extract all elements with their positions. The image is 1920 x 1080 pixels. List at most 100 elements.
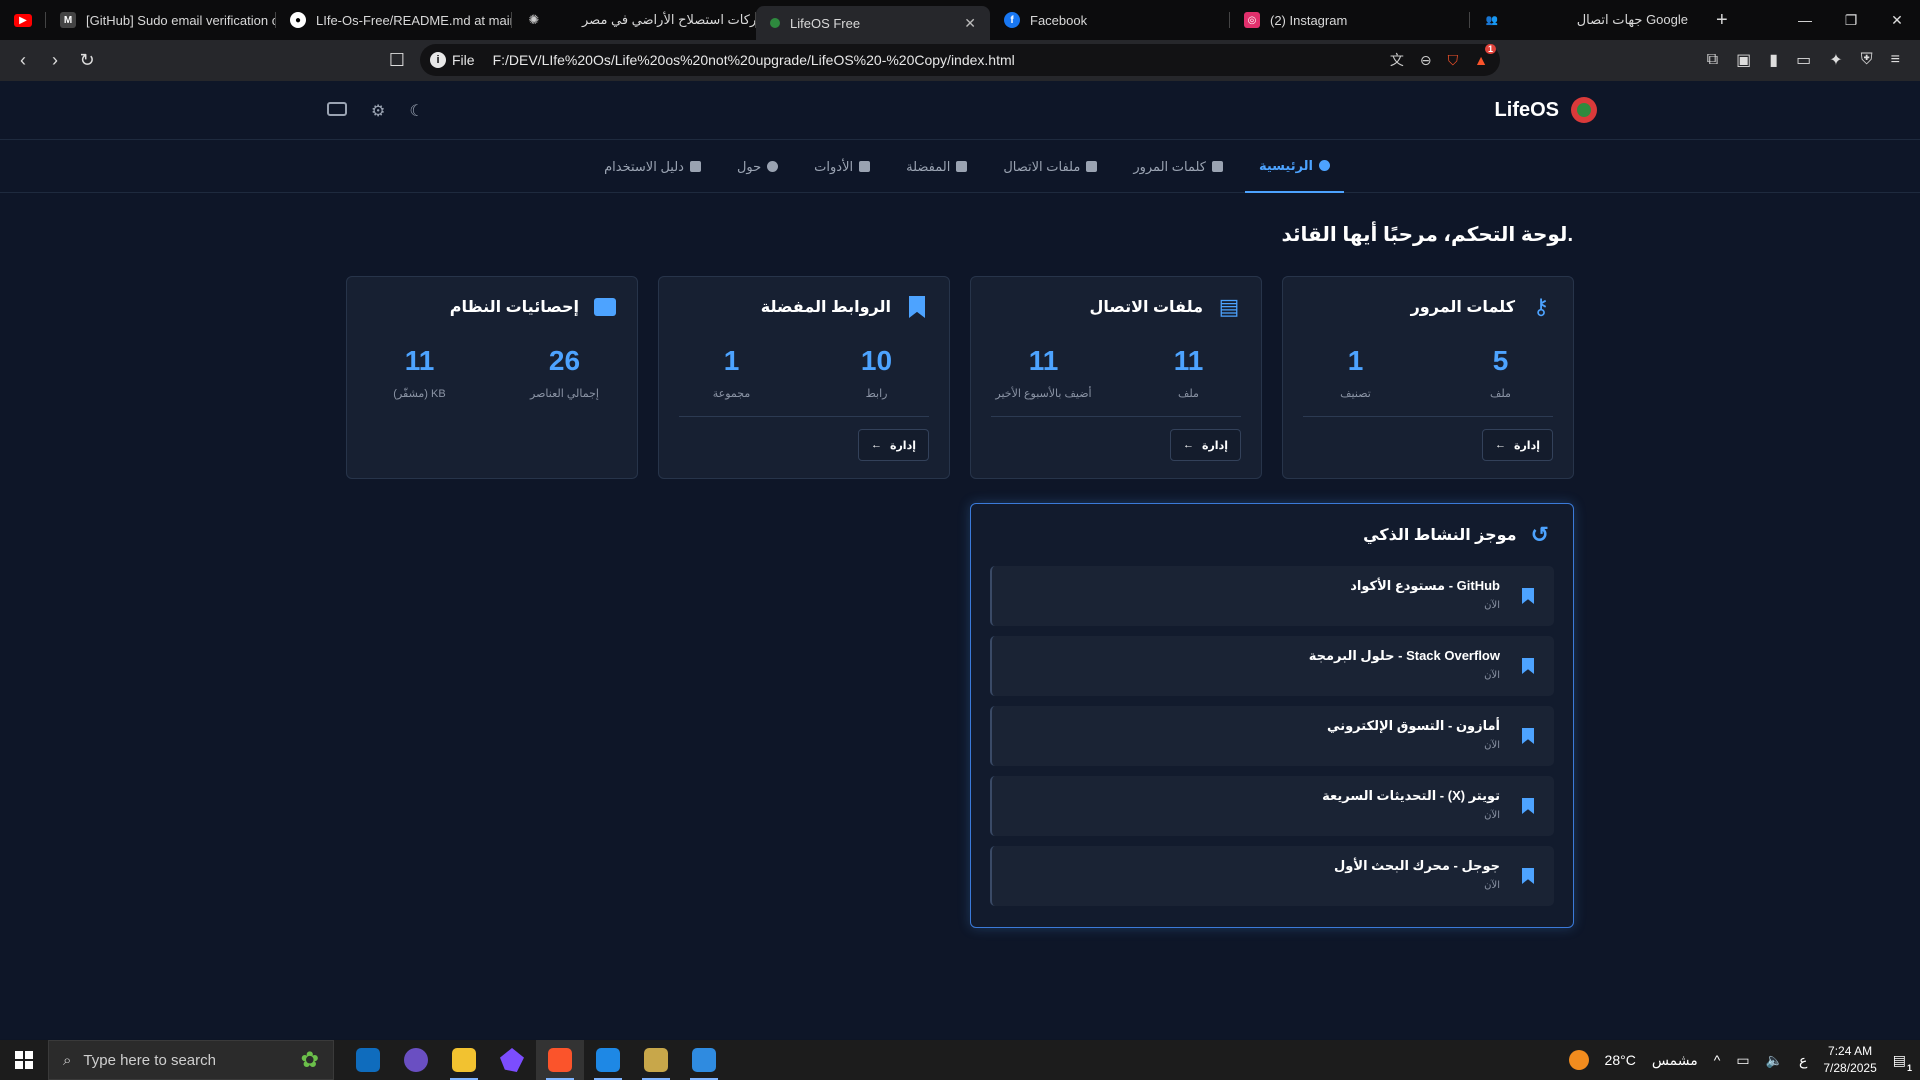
plant-icon: ✿ (300, 1047, 319, 1072)
rewards-badge: 1 (1484, 44, 1496, 54)
nav-label: الرئيسية (1258, 157, 1313, 173)
tab-github[interactable]: ● LIfe-Os-Free/README.md at main · (276, 0, 512, 40)
manage-favorites-button[interactable]: إدارة ← (857, 429, 929, 461)
tab-google-contacts[interactable]: 👥 جهات اتصال Google (1470, 0, 1702, 40)
url-text[interactable]: F:/DEV/LIfe%20Os/Life%20os%20not%20upgra… (493, 52, 1015, 68)
photos-app[interactable] (680, 1040, 728, 1080)
browser-tab-strip: ▶ M [GitHub] Sudo email verification cod… (0, 0, 1920, 40)
nav-guide[interactable]: دليل الاستخدام (590, 140, 715, 193)
minimize-icon[interactable]: — (1782, 0, 1828, 40)
tab-youtube[interactable]: ▶ (0, 0, 46, 40)
tab-title: LIfe-Os-Free/README.md at main · (316, 12, 512, 28)
chevron-up-icon[interactable]: ^ (1714, 1052, 1721, 1068)
sidebar-icon[interactable]: ▮ (1769, 50, 1778, 70)
taskbar-search[interactable]: ⌕ Type here to search ✿ (48, 1040, 334, 1080)
tab-lifeos[interactable]: LifeOS Free ✕ (756, 6, 990, 40)
manage-passwords-button[interactable]: إدارة ← (1481, 429, 1553, 461)
activity-item-time: الآن (1484, 740, 1500, 751)
url-bar[interactable]: i File F:/DEV/LIfe%20Os/Life%20os%20not%… (420, 44, 1500, 76)
arrow-left-icon: ← (1494, 439, 1506, 451)
file-explorer-app[interactable] (440, 1040, 488, 1080)
new-tab-button[interactable]: + (1702, 0, 1742, 40)
gear-icon[interactable]: ⚙ (371, 101, 385, 121)
brave-rewards-icon[interactable]: ▲ 1 (1474, 44, 1496, 68)
nav-label: كلمات المرور (1133, 158, 1206, 174)
league-app[interactable] (632, 1040, 680, 1080)
clock-date: 7/28/2025 (1823, 1061, 1877, 1075)
app-purple[interactable] (392, 1040, 440, 1080)
outlook-icon (356, 1048, 380, 1072)
nav-contacts[interactable]: ملفات الاتصال (989, 140, 1111, 193)
tab-instagram[interactable]: ◎ (2) Instagram (1230, 0, 1470, 40)
activity-list: GitHub - مستودع الأكواد الآن Stack Overfl… (990, 566, 1554, 916)
brave-shields-icon[interactable]: ⛉ (1448, 52, 1459, 69)
activity-item[interactable]: GitHub - مستودع الأكواد الآن (990, 566, 1554, 626)
nav-tools[interactable]: الأدوات (800, 140, 884, 193)
stat-value: 10 (860, 345, 893, 376)
button-label: إدارة (889, 439, 916, 452)
keyboard-icon[interactable] (327, 102, 347, 116)
nav-about[interactable]: حول (723, 140, 792, 193)
extensions-icon[interactable]: ⧉ (1707, 51, 1718, 69)
system-tray: 28°C مشمس ^ ▭ 🔈 ع 7:24 AM 7/28/2025 ▤ 1 (1568, 1040, 1920, 1080)
card-divider (1303, 416, 1553, 417)
screenshot-icon[interactable]: ▣ (1736, 50, 1751, 70)
input-language[interactable]: ع (1799, 1052, 1807, 1069)
tab-chatgpt[interactable]: ✺ شركات استصلاح الأراضي في مصر (512, 0, 756, 40)
info-icon[interactable]: i (430, 52, 446, 68)
obsidian-app[interactable] (488, 1040, 536, 1080)
brand[interactable]: LifeOS (1495, 97, 1597, 123)
tab-facebook[interactable]: f Facebook (990, 0, 1230, 40)
activity-item-title: جوجل - محرك البحث الأول (1334, 858, 1500, 873)
instagram-icon: ◎ (1244, 12, 1260, 28)
url-scheme: File (452, 52, 475, 68)
network-icon[interactable]: ▭ (1736, 1052, 1749, 1069)
activity-title: موجز النشاط الذكي (1363, 527, 1517, 544)
zoom-icon[interactable]: ⊖ (1420, 52, 1432, 69)
bookmark-page-icon[interactable]: ☐ (382, 45, 412, 75)
card-divider (991, 416, 1241, 417)
vpn-icon[interactable]: ⛨ (1861, 51, 1873, 69)
volume-icon[interactable]: 🔈 (1766, 1052, 1783, 1069)
bookmark-icon (1522, 868, 1534, 884)
folder-icon (452, 1048, 476, 1072)
nav-home[interactable]: الرئيسية (1244, 140, 1344, 193)
clock[interactable]: 7:24 AM 7/28/2025 (1823, 1043, 1876, 1077)
back-icon[interactable]: ‹ (8, 46, 38, 76)
weather-temp[interactable]: 28°C (1605, 1052, 1636, 1068)
activity-item[interactable]: تويتر (X) - التحديثات السريعة الآن (990, 776, 1554, 836)
menu-icon[interactable]: ≡ (1891, 51, 1900, 69)
gmail-icon: M (60, 12, 76, 28)
stat-value: 1 (723, 345, 740, 376)
nav-label: الأدوات (814, 158, 854, 174)
github-icon: ● (290, 12, 306, 28)
nav-favorites[interactable]: المفضلة (892, 140, 981, 193)
wallet-icon[interactable]: ▭ (1796, 50, 1811, 70)
manage-contacts-button[interactable]: إدارة ← (1169, 429, 1241, 461)
activity-item[interactable]: جوجل - محرك البحث الأول الآن (990, 846, 1554, 906)
tab-gmail[interactable]: M [GitHub] Sudo email verification cod (46, 0, 276, 40)
arrow-left-icon: ← (870, 439, 882, 451)
moon-icon[interactable]: ☾ (409, 101, 423, 121)
activity-item[interactable]: أمازون - التسوق الإلكتروني الآن (990, 706, 1554, 766)
brave-app[interactable] (536, 1040, 584, 1080)
tab-title: [GitHub] Sudo email verification cod (86, 12, 276, 28)
vscode-app[interactable] (584, 1040, 632, 1080)
nav-passwords[interactable]: كلمات المرور (1119, 140, 1237, 193)
forward-icon[interactable]: › (40, 46, 70, 76)
dashboard-cards: ⚷ كلمات المرور 5 ملف 1 تصنيف إدارة ← ▤ ملفات … (346, 276, 1574, 479)
activity-item[interactable]: Stack Overflow - حلول البرمجة الآن (990, 636, 1554, 696)
notification-icon[interactable]: ▤ 1 (1893, 1052, 1912, 1073)
translate-icon[interactable]: 文 (1390, 50, 1404, 70)
start-button[interactable] (0, 1040, 48, 1080)
close-window-icon[interactable]: ✕ (1874, 0, 1920, 40)
reload-icon[interactable]: ↻ (72, 46, 102, 76)
weather-text[interactable]: مشمس (1652, 1052, 1698, 1069)
outlook-app[interactable] (344, 1040, 392, 1080)
history-icon: ↺ (1530, 522, 1549, 547)
leo-ai-icon[interactable]: ✦ (1829, 50, 1842, 70)
restore-icon[interactable]: ❐ (1828, 0, 1874, 40)
card-title: الروابط المفضلة (760, 299, 891, 316)
stat-value: 1 (1347, 345, 1364, 376)
close-icon[interactable]: ✕ (954, 15, 976, 32)
